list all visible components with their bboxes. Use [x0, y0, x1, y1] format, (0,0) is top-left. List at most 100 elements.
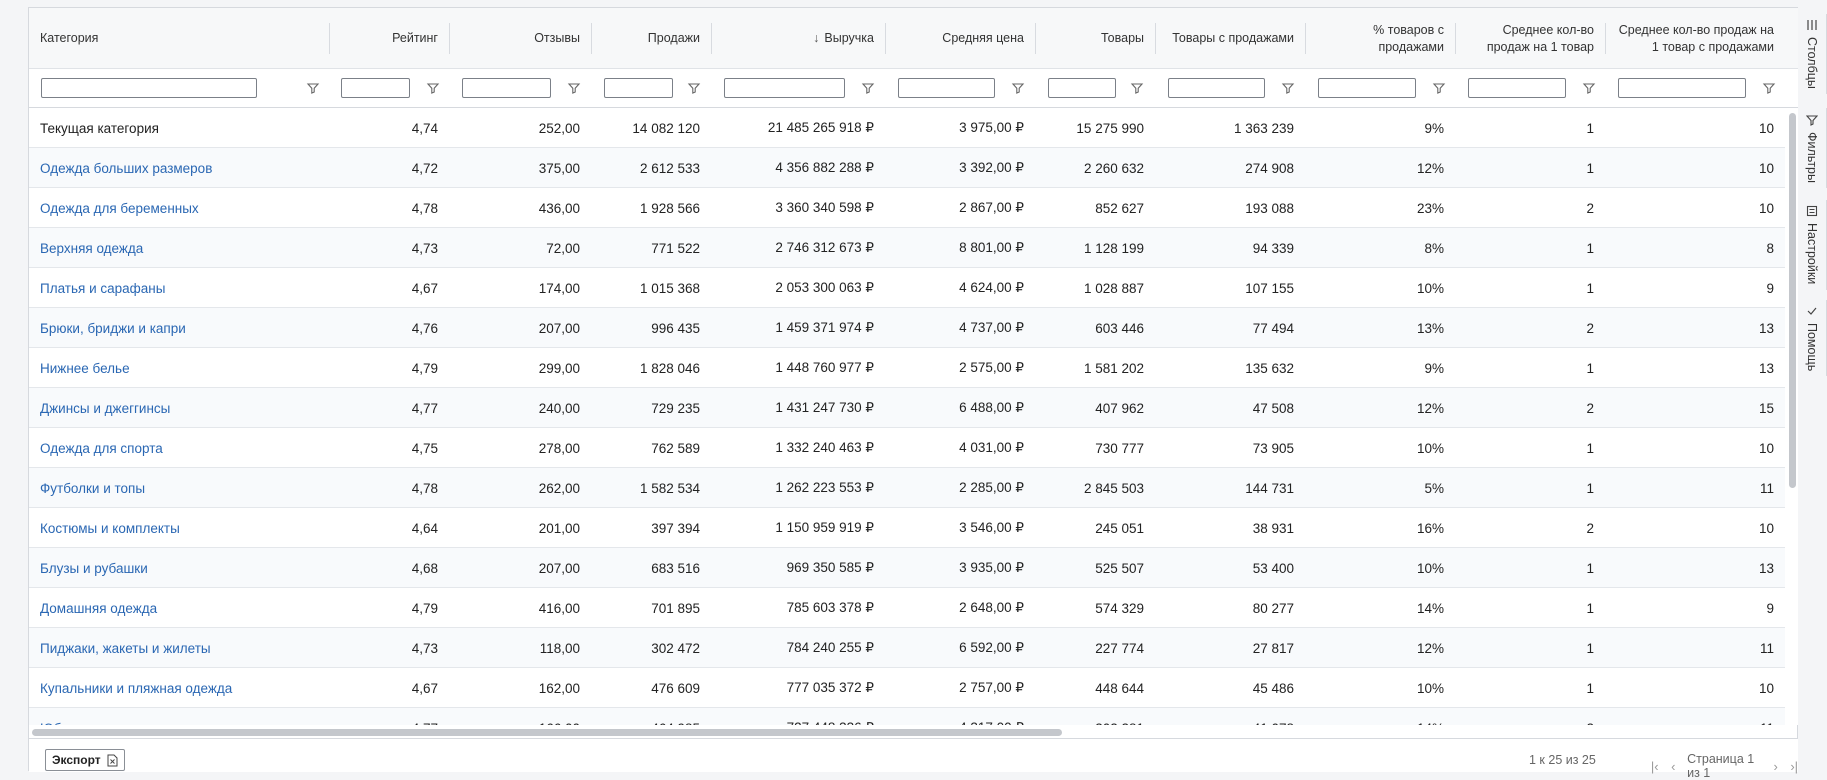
category-link[interactable]: Купальники и пляжная одежда	[40, 681, 232, 696]
column-resize-handle[interactable]	[711, 23, 712, 54]
category-link[interactable]: Костюмы и комплекты	[40, 521, 180, 536]
column-header-category[interactable]: Категория	[29, 8, 329, 69]
column-header-label: Продажи	[647, 31, 700, 45]
grid-footer: Экспорт 1 к 25 из 25 |‹ ‹ Страница 1 из …	[29, 738, 1799, 780]
column-header-avg_sales_per_sold_product[interactable]: Среднее кол-во продаж на 1 товар с прода…	[1605, 8, 1785, 69]
category-link[interactable]: Футболки и топы	[40, 481, 145, 496]
cell-reviews: 72,00	[449, 228, 591, 268]
filter-icon[interactable]	[306, 81, 320, 95]
column-resize-handle[interactable]	[885, 23, 886, 54]
table-row[interactable]: Джинсы и джеггинсы 4,77 240,00 729 235 1 431…	[29, 388, 1785, 428]
filter-icon[interactable]	[1281, 81, 1295, 95]
column-resize-handle[interactable]	[329, 23, 330, 54]
export-button[interactable]: Экспорт	[45, 749, 125, 771]
category-link[interactable]: Домашняя одежда	[40, 601, 157, 616]
table-row[interactable]: Блузы и рубашки 4,68 207,00 683 516 969 350 …	[29, 548, 1785, 588]
category-link[interactable]: Одежда для беременных	[40, 201, 199, 216]
category-link[interactable]: Джинсы и джеггинсы	[40, 401, 170, 416]
cell-value: 1	[1586, 440, 1594, 456]
table-row[interactable]: Юбки4,77166,00464 985727 448 336 ₽4 317,…	[29, 708, 1785, 725]
table-row[interactable]: Текущая категория 4,74 252,00 14 082 120 21 …	[29, 108, 1785, 148]
table-row[interactable]: Одежда больших размеров 4,72 375,00 2 612 5…	[29, 148, 1785, 188]
column-header-avg_sales_per_product[interactable]: Среднее кол-во продаж на 1 товар	[1455, 8, 1605, 69]
filter-input-avg_sales_per_sold_product[interactable]	[1618, 78, 1746, 98]
table-row[interactable]: Верхняя одежда 4,73 72,00 771 522 2 746 312 …	[29, 228, 1785, 268]
column-resize-handle[interactable]	[1605, 23, 1606, 54]
cell-value: 10	[1758, 680, 1774, 696]
filter-input-sales[interactable]	[604, 78, 673, 98]
filter-icon[interactable]	[1130, 81, 1144, 95]
category-link[interactable]: Верхняя одежда	[40, 241, 143, 256]
category-link[interactable]: Одежда больших размеров	[40, 161, 212, 176]
column-header-sales[interactable]: Продажи	[591, 8, 711, 69]
column-resize-handle[interactable]	[449, 23, 450, 54]
filter-icon[interactable]	[861, 81, 875, 95]
column-resize-handle[interactable]	[1455, 23, 1456, 54]
filter-input-products[interactable]	[1048, 78, 1116, 98]
column-header-revenue[interactable]: ↓ Выручка	[711, 8, 885, 69]
table-row[interactable]: Пиджаки, жакеты и жилеты 4,73 118,00 302 47…	[29, 628, 1785, 668]
table-row[interactable]: Домашняя одежда 4,79 416,00 701 895 785 603 …	[29, 588, 1785, 628]
cell-pct_with_sales: 9%	[1305, 108, 1455, 148]
vertical-scroll-thumb[interactable]	[1789, 113, 1796, 488]
cell-value: 118,00	[539, 640, 580, 656]
filter-input-rating[interactable]	[341, 78, 410, 98]
category-link[interactable]: Брюки, бриджи и капри	[40, 321, 186, 336]
filter-input-avg_price[interactable]	[898, 78, 995, 98]
column-header-rating[interactable]: Рейтинг	[329, 8, 449, 69]
category-link[interactable]: Платья и сарафаны	[40, 281, 165, 296]
column-header-reviews[interactable]: Отзывы	[449, 8, 591, 69]
filter-input-revenue[interactable]	[724, 78, 845, 98]
filter-input-products_with_sales[interactable]	[1168, 78, 1265, 98]
filter-icon[interactable]	[1762, 81, 1776, 95]
filter-input-avg_sales_per_product[interactable]	[1468, 78, 1566, 98]
tab-columns[interactable]: Столбцы	[1798, 14, 1827, 94]
category-link[interactable]: Пиджаки, жакеты и жилеты	[40, 641, 211, 656]
filter-icon[interactable]	[1582, 81, 1596, 95]
column-header-avg_price[interactable]: Средняя цена	[885, 8, 1035, 69]
table-row[interactable]: Купальники и пляжная одежда 4,67 162,00 476…	[29, 668, 1785, 708]
column-resize-handle[interactable]	[1155, 23, 1156, 54]
table-row[interactable]: Одежда для спорта 4,75 278,00 762 589 1 332 …	[29, 428, 1785, 468]
cell-avg_sales_per_sold_product: 10	[1605, 428, 1785, 468]
horizontal-scroll-thumb[interactable]	[32, 729, 1062, 736]
filter-icon[interactable]	[426, 81, 440, 95]
table-row[interactable]: Брюки, бриджи и капри 4,76 207,00 996 435 1 …	[29, 308, 1785, 348]
cell-products: 525 507	[1035, 548, 1155, 588]
horizontal-scrollbar[interactable]	[29, 725, 1785, 738]
cell-products: 730 777	[1035, 428, 1155, 468]
cell-products_with_sales: 45 486	[1155, 668, 1305, 708]
cell-value: 14%	[1416, 600, 1444, 616]
column-header-products_with_sales[interactable]: Товары с продажами	[1155, 8, 1305, 69]
cell-products_with_sales: 47 508	[1155, 388, 1305, 428]
filter-icon[interactable]	[687, 81, 701, 95]
prev-page-button[interactable]: ‹	[1669, 759, 1679, 774]
column-header-pct_with_sales[interactable]: % товаров с продажами	[1305, 8, 1455, 69]
column-header-products[interactable]: Товары	[1035, 8, 1155, 69]
cell-reviews: 299,00	[449, 348, 591, 388]
next-page-button[interactable]: ›	[1771, 759, 1781, 774]
tab-help[interactable]: Помощь	[1798, 300, 1827, 376]
column-resize-handle[interactable]	[1305, 23, 1306, 54]
table-row[interactable]: Костюмы и комплекты 4,64 201,00 397 394 1 15…	[29, 508, 1785, 548]
category-link[interactable]: Блузы и рубашки	[40, 561, 148, 576]
filter-icon[interactable]	[567, 81, 581, 95]
category-link[interactable]: Нижнее белье	[40, 361, 130, 376]
filter-input-category[interactable]	[41, 78, 257, 98]
tab-filters[interactable]: Фильтры	[1798, 108, 1827, 188]
column-resize-handle[interactable]	[1035, 23, 1036, 54]
category-link[interactable]: Одежда для спорта	[40, 441, 163, 456]
table-row[interactable]: Футболки и топы 4,78 262,00 1 582 534 1 262 …	[29, 468, 1785, 508]
filter-icon[interactable]	[1011, 81, 1025, 95]
table-row[interactable]: Одежда для беременных 4,78 436,00 1 928 566…	[29, 188, 1785, 228]
cell-value: 416,00	[538, 600, 580, 616]
filter-icon[interactable]	[1432, 81, 1446, 95]
first-page-button[interactable]: |‹	[1650, 759, 1660, 774]
filter-input-pct_with_sales[interactable]	[1318, 78, 1416, 98]
table-row[interactable]: Платья и сарафаны 4,67 174,00 1 015 368 2 05…	[29, 268, 1785, 308]
tab-settings[interactable]: Настройки	[1798, 200, 1827, 290]
cell-revenue: 1 262 223 553 ₽	[711, 468, 885, 508]
table-row[interactable]: Нижнее белье 4,79 299,00 1 828 046 1 448 760…	[29, 348, 1785, 388]
column-resize-handle[interactable]	[591, 23, 592, 54]
filter-input-reviews[interactable]	[462, 78, 551, 98]
